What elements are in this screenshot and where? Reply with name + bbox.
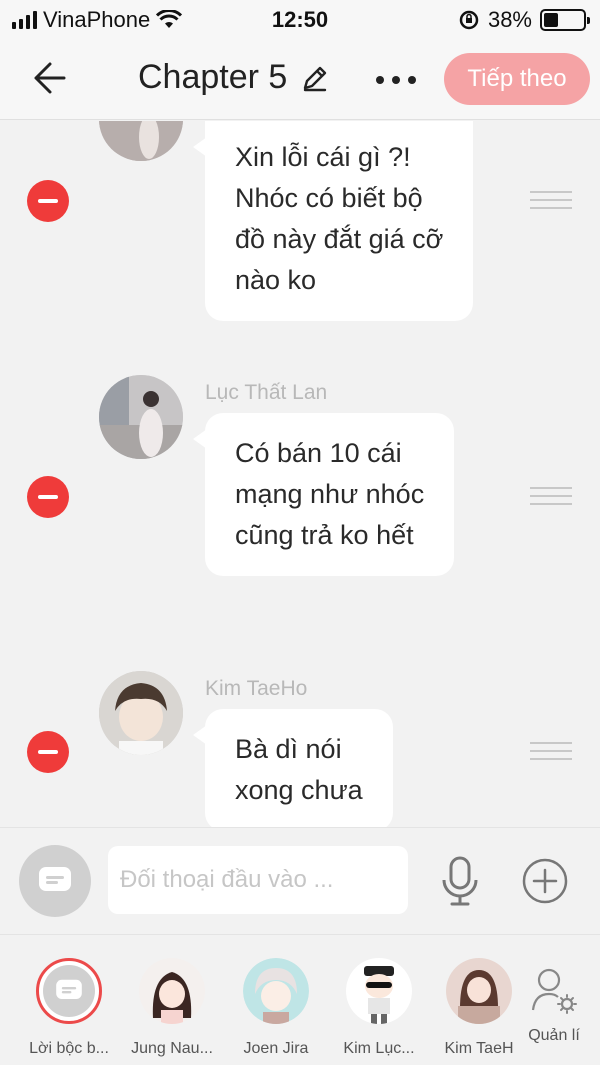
avatar (139, 958, 205, 1024)
character-name: Lời bộc b... (29, 1040, 109, 1057)
message-line: nào ko (235, 265, 317, 295)
delete-message-button[interactable] (27, 731, 69, 773)
message-line: mạng như nhóc (235, 479, 425, 509)
avatar (346, 958, 412, 1024)
message-line: Nhóc có biết bộ (235, 183, 423, 213)
delete-message-button[interactable] (27, 180, 69, 222)
battery-icon (540, 9, 590, 31)
message-bubble[interactable]: Có bán 10 cái mạng như nhóc cũng trả ko … (192, 413, 455, 576)
chat-bubble-icon (39, 867, 71, 891)
message-line: Có bán 10 cái (235, 438, 402, 468)
add-icon[interactable] (522, 858, 568, 904)
manage-label: Quản lí (528, 1027, 580, 1044)
status-bar: VinaPhone 12:50 38% (0, 0, 600, 40)
message-bubble[interactable]: Xin lỗi cái gì ?! Nhóc có biết bộ đồ này… (192, 121, 474, 321)
chapter-title: Chapter 5 (138, 58, 288, 96)
sender-name: Lục Thất Lan (205, 381, 328, 404)
avatar (99, 375, 183, 459)
character-jung[interactable]: Jung Nau... (117, 958, 227, 1058)
rotation-lock-icon (459, 10, 479, 30)
character-joen[interactable]: Joen Jira (221, 958, 331, 1058)
character-bar: Lời bộc b... Jung Nau... Joen Jira Kim L… (0, 936, 600, 1065)
character-name: Jung Nau... (131, 1040, 213, 1057)
message-line: Bà dì nói (235, 734, 342, 764)
message-line: đồ này đắt giá cỡ (235, 224, 444, 254)
dialogue-input[interactable] (108, 846, 408, 914)
status-right: 38% (458, 7, 590, 33)
avatar (446, 958, 512, 1024)
more-options-icon[interactable] (376, 62, 416, 98)
avatar (243, 958, 309, 1024)
user-settings-icon (531, 968, 577, 1014)
message-type-button[interactable] (19, 845, 91, 917)
next-button[interactable]: Tiếp theo (444, 53, 590, 105)
character-kim-luc[interactable]: Kim Lục... (324, 958, 434, 1058)
avatar (36, 958, 102, 1024)
character-narrator[interactable]: Lời bộc b... (14, 958, 124, 1058)
avatar (99, 671, 183, 755)
character-name: Kim Lục... (343, 1040, 415, 1057)
back-arrow-icon[interactable] (28, 58, 68, 98)
chat-bubble-icon (56, 979, 82, 999)
drag-handle[interactable] (530, 191, 572, 209)
message-line: Xin lỗi cái gì ?! (235, 142, 411, 172)
pencil-icon[interactable] (299, 62, 331, 94)
character-name: Joen Jira (243, 1040, 309, 1057)
message-line: cũng trả ko hết (235, 520, 414, 550)
battery-fill (544, 13, 559, 27)
message-bubble[interactable]: Bà dì nói xong chưa (193, 709, 393, 827)
header: Chapter 5 Tiếp theo (0, 40, 600, 120)
sender-name: Kim TaeHo (205, 677, 308, 700)
avatar (99, 121, 183, 161)
manage-characters-button[interactable]: Quản lí (518, 966, 590, 1045)
message-line: xong chưa (235, 775, 363, 805)
microphone-icon[interactable] (438, 856, 482, 908)
drag-handle[interactable] (530, 487, 572, 505)
input-bar (0, 827, 600, 935)
drag-handle[interactable] (530, 742, 572, 760)
chat-area[interactable]: Xin lỗi cái gì ?! Nhóc có biết bộ đồ này… (0, 121, 600, 827)
title-wrap[interactable]: Chapter 5 (138, 58, 331, 97)
battery-percent: 38% (487, 7, 532, 32)
delete-message-button[interactable] (27, 476, 69, 518)
